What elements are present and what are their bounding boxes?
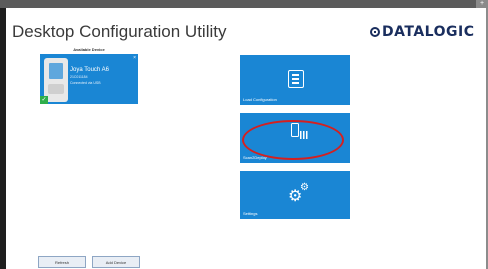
device-serial: 21C011184: [70, 75, 88, 79]
add-device-button[interactable]: Add Device: [92, 256, 140, 268]
settings-tile[interactable]: ⚙ ⚙ Settings: [240, 171, 350, 219]
gear-small-icon: ⚙: [300, 182, 309, 193]
device-card[interactable]: Joya Touch A6 21C011184 Connected via US…: [40, 54, 138, 104]
tile-label-settings: Settings: [243, 211, 258, 216]
close-icon[interactable]: ×: [133, 55, 136, 61]
device-keypad: [48, 84, 64, 94]
datalogic-logo-icon: [370, 27, 380, 37]
highlight-circle: [242, 120, 344, 160]
window-control-button[interactable]: +: [476, 0, 488, 8]
brand-logo: DATALOGIC: [370, 24, 474, 40]
brand-name: DATALOGIC: [382, 24, 475, 40]
device-connection-status: Connected via USB: [70, 81, 101, 85]
checkmark-icon: ✓: [40, 96, 48, 104]
refresh-button[interactable]: Refresh: [38, 256, 86, 268]
available-device-label: Available Device: [73, 47, 105, 52]
app-title: Desktop Configuration Utility: [12, 22, 227, 41]
window-left-edge: [0, 8, 6, 269]
load-configuration-tile[interactable]: Load Configuration: [240, 55, 350, 105]
tile-label-load-configuration: Load Configuration: [243, 97, 277, 102]
window-titlebar: +: [0, 0, 488, 8]
document-list-icon: [288, 70, 304, 88]
device-name: Joya Touch A6: [70, 67, 109, 73]
device-screen: [49, 63, 63, 79]
